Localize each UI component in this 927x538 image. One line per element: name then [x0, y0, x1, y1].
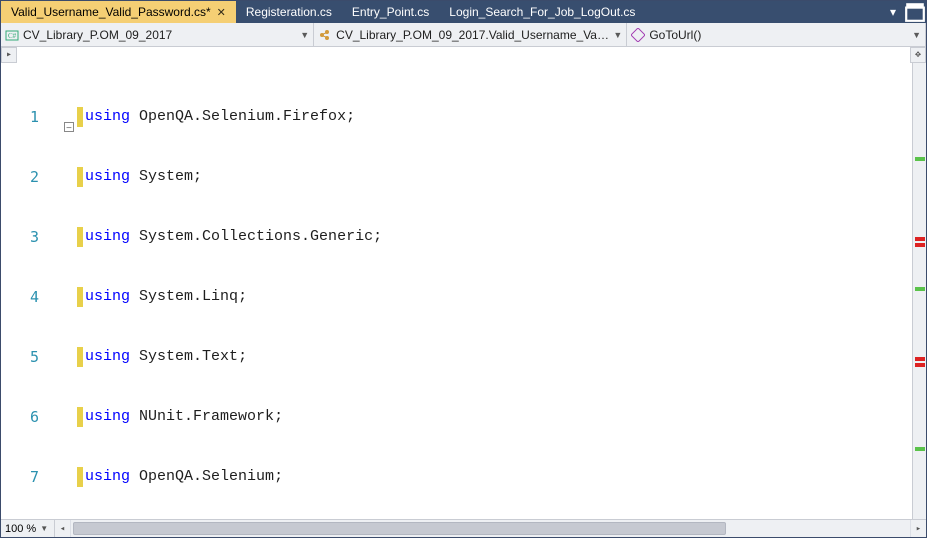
line-number: 6 — [1, 407, 47, 427]
scope-dropdown[interactable]: C# CV_Library_P.OM_09_2017 ▼ — [1, 23, 314, 46]
tab-label: Entry_Point.cs — [352, 5, 429, 19]
ruler-mark-error[interactable] — [915, 237, 925, 241]
maximize-icon[interactable] — [904, 1, 926, 23]
code-content[interactable]: 1using OpenQA.Selenium.Firefox; 2using S… — [1, 47, 912, 519]
scroll-left-icon[interactable]: ◂ — [55, 520, 71, 537]
member-dropdown[interactable]: GoToUrl() ▼ — [627, 23, 926, 46]
zoom-dropdown[interactable]: 100 % ▼ — [1, 520, 55, 537]
line-number: 7 — [1, 467, 47, 487]
tab-login-search[interactable]: Login_Search_For_Job_LogOut.cs — [439, 1, 645, 23]
csharp-project-icon: C# — [5, 28, 19, 42]
tab-label: Valid_Username_Valid_Password.cs* — [11, 5, 211, 19]
chevron-down-icon: ▼ — [613, 30, 622, 40]
code-editor[interactable]: ▸ ✥ 1using OpenQA.Selenium.Firefox; 2usi… — [1, 47, 926, 519]
overview-ruler[interactable] — [912, 47, 926, 519]
split-window-icon[interactable]: ✥ — [910, 47, 926, 63]
line-number: 1 — [1, 107, 47, 127]
method-icon — [631, 28, 645, 42]
tab-registeration[interactable]: Registeration.cs — [236, 1, 342, 23]
toggle-outlining-icon[interactable]: ▸ — [1, 47, 17, 63]
tab-valid-username[interactable]: Valid_Username_Valid_Password.cs* ✕ — [1, 1, 236, 23]
svg-text:C#: C# — [8, 32, 17, 40]
horizontal-scrollbar[interactable]: ◂ ▸ — [55, 520, 926, 537]
ruler-mark-error[interactable] — [915, 357, 925, 361]
line-number: 5 — [1, 347, 47, 367]
scrollbar-thumb[interactable] — [73, 522, 726, 535]
chevron-down-icon: ▼ — [300, 30, 309, 40]
member-label: GoToUrl() — [649, 28, 908, 42]
tab-label: Login_Search_For_Job_LogOut.cs — [449, 5, 635, 19]
chevron-down-icon: ▼ — [40, 524, 48, 533]
zoom-value: 100 % — [5, 523, 36, 535]
tab-label: Registeration.cs — [246, 5, 332, 19]
class-icon — [318, 28, 332, 42]
line-number: 2 — [1, 167, 47, 187]
line-number: 4 — [1, 287, 47, 307]
ruler-mark-error[interactable] — [915, 243, 925, 247]
ruler-mark-error[interactable] — [915, 363, 925, 367]
scope-label: CV_Library_P.OM_09_2017 — [23, 28, 296, 42]
ruler-mark-change[interactable] — [915, 157, 925, 161]
document-tab-bar: Valid_Username_Valid_Password.cs* ✕ Regi… — [1, 1, 926, 23]
active-files-dropdown-icon[interactable]: ▾ — [882, 1, 904, 23]
editor-footer: 100 % ▼ ◂ ▸ — [1, 519, 926, 537]
tab-entry-point[interactable]: Entry_Point.cs — [342, 1, 439, 23]
type-label: CV_Library_P.OM_09_2017.Valid_Username_V… — [336, 28, 609, 42]
ruler-mark-change[interactable] — [915, 447, 925, 451]
scroll-right-icon[interactable]: ▸ — [910, 520, 926, 537]
type-dropdown[interactable]: CV_Library_P.OM_09_2017.Valid_Username_V… — [314, 23, 627, 46]
chevron-down-icon: ▼ — [912, 30, 921, 40]
ruler-mark-change[interactable] — [915, 287, 925, 291]
line-number: 3 — [1, 227, 47, 247]
code-navigation-bar: C# CV_Library_P.OM_09_2017 ▼ CV_Library_… — [1, 23, 926, 47]
close-icon[interactable]: ✕ — [217, 6, 226, 19]
